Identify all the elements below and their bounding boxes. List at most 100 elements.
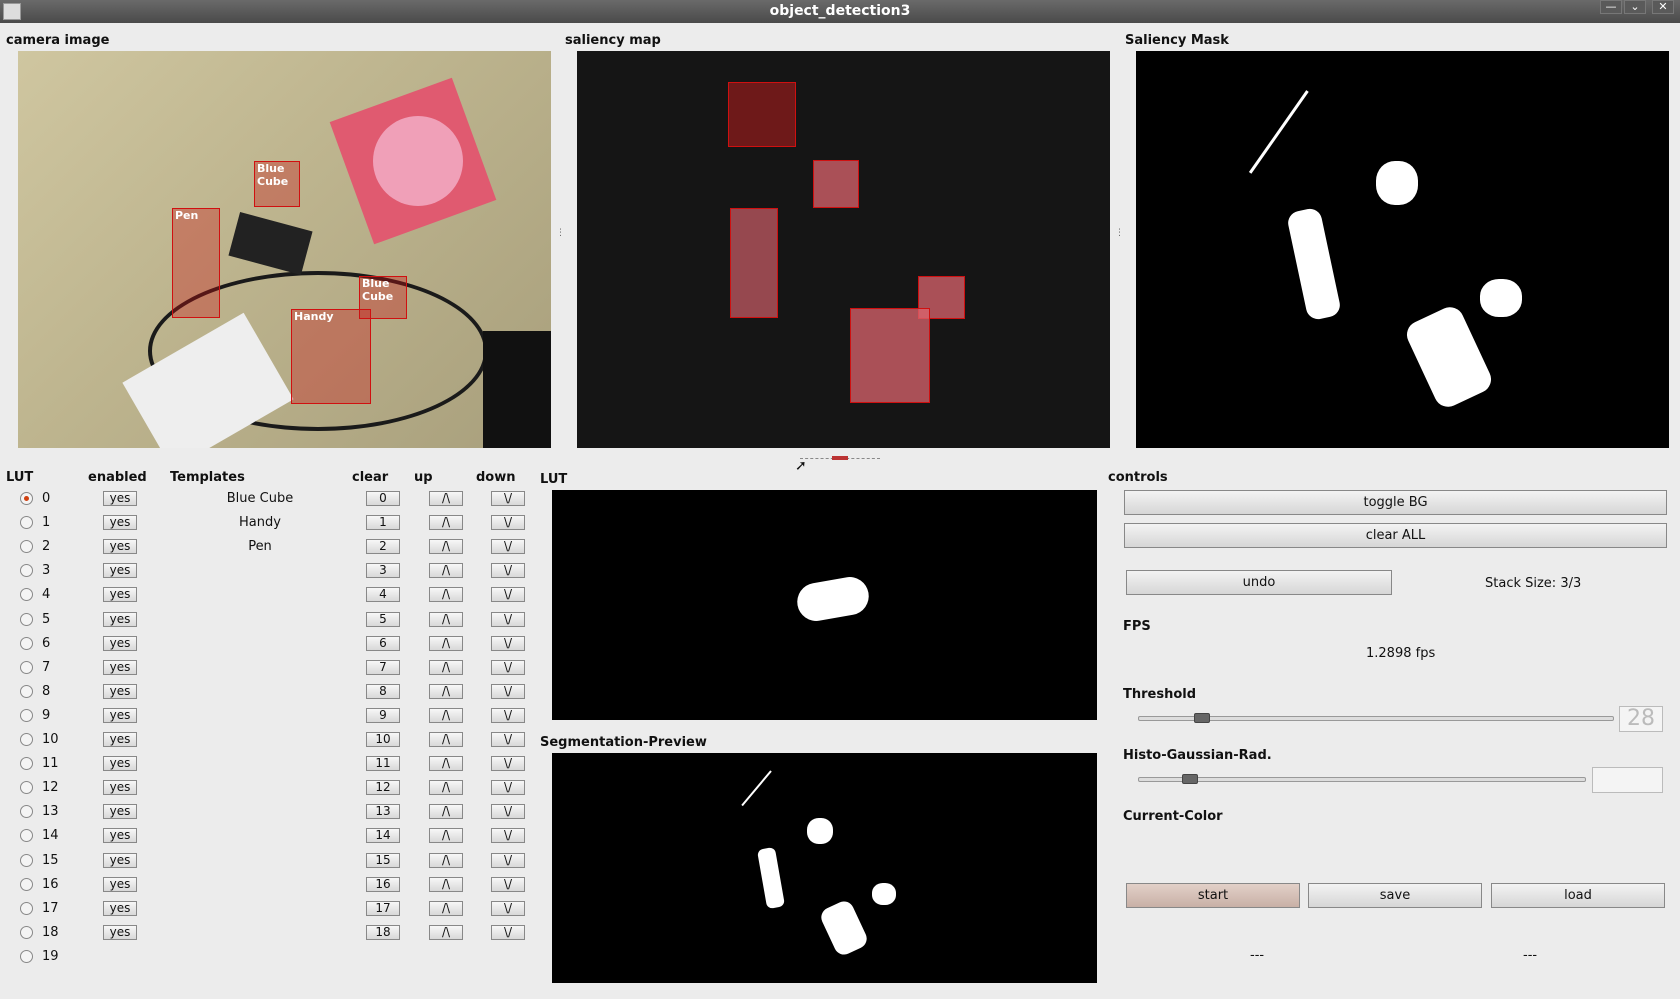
clear-row-button[interactable]: 1	[366, 515, 400, 531]
threshold-slider-thumb[interactable]	[1194, 713, 1211, 723]
enabled-button[interactable]: yes	[103, 635, 137, 651]
enabled-button[interactable]: yes	[103, 587, 137, 603]
clear-row-button[interactable]: 0	[366, 491, 400, 506]
move-down-button[interactable]: \/	[491, 828, 525, 844]
lut-radio[interactable]	[20, 516, 33, 530]
enabled-button[interactable]: yes	[103, 515, 137, 531]
move-down-button[interactable]: \/	[491, 756, 525, 772]
move-down-button[interactable]: \/	[491, 876, 525, 892]
histo-gaussian-slider[interactable]	[1138, 774, 1586, 784]
move-down-button[interactable]: \/	[491, 563, 525, 579]
enabled-button[interactable]: yes	[103, 659, 137, 675]
lut-radio[interactable]	[20, 925, 33, 939]
lut-radio[interactable]	[20, 684, 33, 698]
enabled-button[interactable]: yes	[103, 732, 137, 747]
move-down-button[interactable]: \/	[491, 539, 525, 555]
enabled-button[interactable]: yes	[103, 900, 137, 916]
saliency-mask-image[interactable]	[1136, 51, 1669, 448]
load-button[interactable]: load	[1491, 883, 1665, 908]
move-up-button[interactable]: /\	[429, 900, 463, 916]
maximize-button[interactable]: ⌄	[1624, 0, 1646, 14]
clear-row-button[interactable]: 3	[366, 563, 400, 579]
lut-radio[interactable]	[20, 612, 33, 626]
lut-radio[interactable]	[20, 853, 33, 867]
move-up-button[interactable]: /\	[429, 780, 463, 796]
toggle-bg-button[interactable]: toggle BG	[1124, 490, 1667, 515]
move-up-button[interactable]: /\	[429, 852, 463, 868]
move-down-button[interactable]: \/	[491, 900, 525, 916]
saliency-map-image[interactable]	[577, 51, 1110, 448]
lut-radio[interactable]	[20, 877, 33, 891]
enabled-button[interactable]: yes	[103, 491, 137, 506]
clear-row-button[interactable]: 17	[366, 900, 400, 916]
enabled-button[interactable]: yes	[103, 780, 137, 796]
move-down-button[interactable]: \/	[491, 780, 525, 796]
lut-radio[interactable]	[20, 636, 33, 650]
move-up-button[interactable]: /\	[429, 491, 463, 506]
clear-row-button[interactable]: 15	[366, 852, 400, 868]
move-up-button[interactable]: /\	[429, 587, 463, 603]
clear-row-button[interactable]: 13	[366, 804, 400, 820]
move-up-button[interactable]: /\	[429, 876, 463, 892]
horizontal-splitter[interactable]	[800, 456, 880, 462]
enabled-button[interactable]: yes	[103, 611, 137, 627]
lut-radio[interactable]	[20, 781, 33, 795]
save-button[interactable]: save	[1308, 883, 1482, 908]
lut-radio[interactable]	[20, 733, 33, 746]
enabled-button[interactable]: yes	[103, 563, 137, 579]
splitter-handle[interactable]: ⋮	[556, 229, 565, 250]
undo-button[interactable]: undo	[1126, 570, 1392, 595]
clear-row-button[interactable]: 8	[366, 683, 400, 699]
histo-gaussian-value-field[interactable]	[1592, 767, 1663, 793]
move-up-button[interactable]: /\	[429, 539, 463, 555]
enabled-button[interactable]: yes	[103, 804, 137, 820]
enabled-button[interactable]: yes	[103, 756, 137, 772]
move-down-button[interactable]: \/	[491, 659, 525, 675]
lut-radio[interactable]	[20, 949, 33, 963]
minimize-button[interactable]: —	[1600, 0, 1622, 14]
move-up-button[interactable]: /\	[429, 635, 463, 651]
splitter-handle[interactable]: ⋮	[1115, 229, 1124, 250]
detection-box[interactable]: Pen	[172, 208, 220, 318]
lut-radio[interactable]	[20, 805, 33, 819]
enabled-button[interactable]: yes	[103, 876, 137, 892]
clear-row-button[interactable]: 11	[366, 756, 400, 772]
segmentation-preview-image[interactable]	[552, 753, 1097, 983]
lut-radio[interactable]	[20, 829, 33, 843]
clear-row-button[interactable]: 7	[366, 659, 400, 675]
camera-image[interactable]: Blue Cube Pen Blue Cube Handy	[18, 51, 551, 448]
detection-box[interactable]: Blue Cube	[254, 161, 300, 207]
lut-radio[interactable]	[20, 901, 33, 915]
move-down-button[interactable]: \/	[491, 635, 525, 651]
move-down-button[interactable]: \/	[491, 804, 525, 820]
lut-radio[interactable]	[20, 660, 33, 674]
clear-row-button[interactable]: 6	[366, 635, 400, 651]
clear-row-button[interactable]: 5	[366, 611, 400, 627]
move-up-button[interactable]: /\	[429, 515, 463, 531]
histo-gaussian-slider-thumb[interactable]	[1182, 774, 1199, 784]
lut-radio[interactable]	[20, 492, 33, 505]
move-up-button[interactable]: /\	[429, 804, 463, 820]
clear-row-button[interactable]: 14	[366, 828, 400, 844]
clear-all-button[interactable]: clear ALL	[1124, 523, 1667, 548]
move-down-button[interactable]: \/	[491, 924, 525, 940]
start-button[interactable]: start	[1126, 883, 1300, 908]
lut-radio[interactable]	[20, 540, 33, 554]
clear-row-button[interactable]: 12	[366, 780, 400, 796]
enabled-button[interactable]: yes	[103, 924, 137, 940]
move-up-button[interactable]: /\	[429, 683, 463, 699]
move-up-button[interactable]: /\	[429, 659, 463, 675]
clear-row-button[interactable]: 2	[366, 539, 400, 555]
move-down-button[interactable]: \/	[491, 732, 525, 747]
move-up-button[interactable]: /\	[429, 563, 463, 579]
clear-row-button[interactable]: 4	[366, 587, 400, 603]
threshold-value-field[interactable]: 28	[1619, 706, 1663, 732]
move-down-button[interactable]: \/	[491, 515, 525, 531]
move-up-button[interactable]: /\	[429, 732, 463, 747]
threshold-slider[interactable]	[1138, 713, 1614, 723]
move-down-button[interactable]: \/	[491, 611, 525, 627]
lut-radio[interactable]	[20, 708, 33, 722]
move-up-button[interactable]: /\	[429, 828, 463, 844]
clear-row-button[interactable]: 18	[366, 924, 400, 940]
enabled-button[interactable]: yes	[103, 852, 137, 868]
